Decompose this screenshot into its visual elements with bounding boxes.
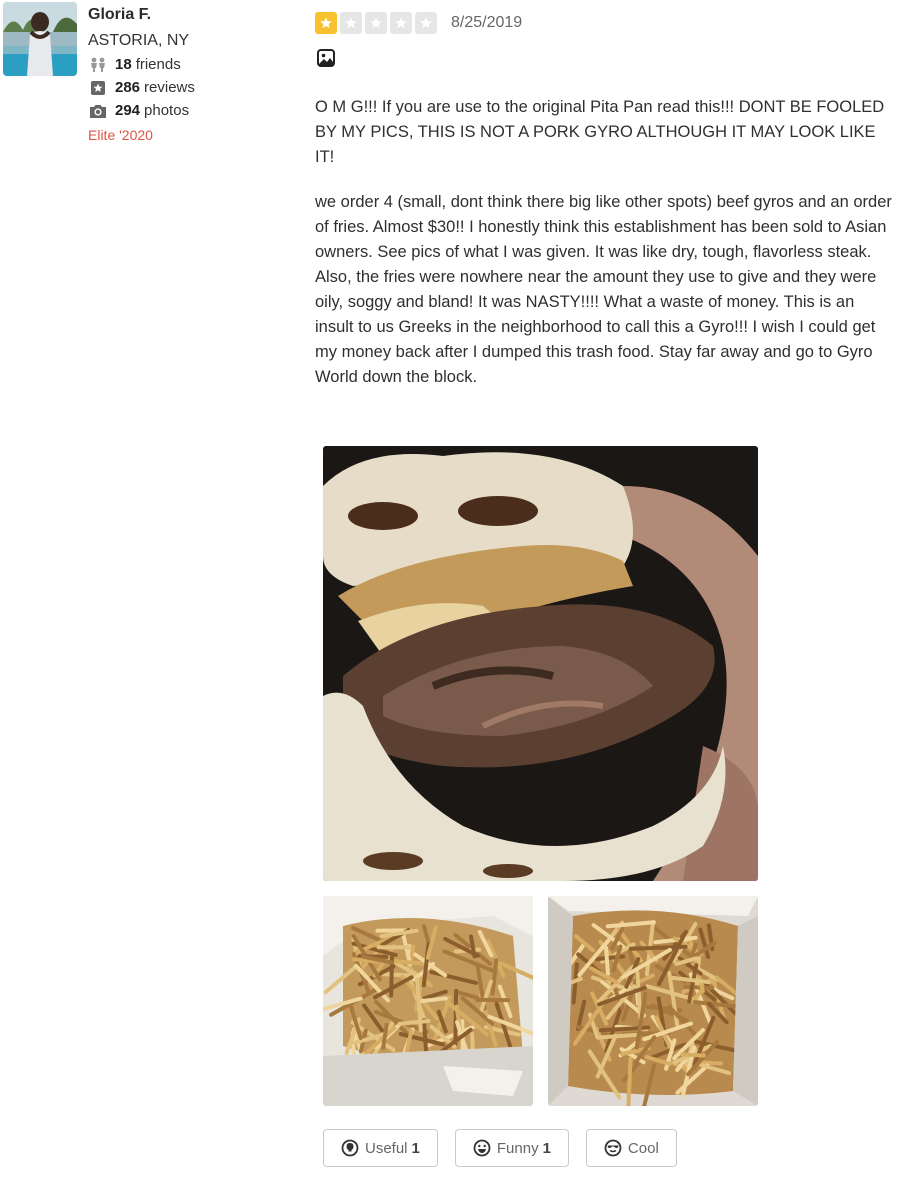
review-paragraph: O M G!!! If you are use to the original … bbox=[315, 98, 885, 166]
fries-photo[interactable] bbox=[548, 896, 758, 1106]
funny-count: 1 bbox=[542, 1139, 551, 1157]
friends-count: 18 bbox=[115, 56, 132, 73]
star-review-icon bbox=[88, 79, 107, 97]
useful-icon bbox=[341, 1139, 359, 1157]
funny-icon bbox=[473, 1139, 491, 1157]
star-icon bbox=[415, 12, 437, 34]
cool-icon bbox=[604, 1139, 622, 1157]
star-icon bbox=[315, 12, 337, 34]
reviews-stat: 286 reviews bbox=[88, 78, 288, 98]
star-icon bbox=[340, 12, 362, 34]
photo-icon bbox=[316, 48, 336, 68]
cool-button[interactable]: Cool bbox=[585, 1129, 677, 1167]
useful-label: Useful bbox=[365, 1139, 408, 1157]
funny-label: Funny bbox=[496, 1139, 539, 1157]
useful-count: 1 bbox=[411, 1139, 420, 1157]
vote-buttons: Useful 1 Funny 1 Cool bbox=[323, 1129, 694, 1167]
star-icon bbox=[390, 12, 412, 34]
friends-icon bbox=[88, 56, 107, 74]
friends-stat: 18 friends bbox=[88, 55, 288, 75]
photos-label: photos bbox=[144, 102, 190, 119]
cool-label: Cool bbox=[627, 1139, 659, 1157]
avatar[interactable] bbox=[3, 2, 77, 76]
user-location: ASTORIA, NY bbox=[88, 32, 190, 49]
user-name[interactable]: Gloria F. bbox=[88, 4, 288, 26]
funny-button[interactable]: Funny 1 bbox=[454, 1129, 569, 1167]
photos-stat: 294 photos bbox=[88, 101, 288, 121]
review-date: 8/25/2019 bbox=[451, 14, 523, 31]
elite-badge[interactable]: Elite '2020 bbox=[88, 125, 288, 145]
reviews-label: reviews bbox=[144, 79, 195, 96]
photos-count: 294 bbox=[115, 102, 141, 119]
review-text: O M G!!! If you are use to the original … bbox=[315, 95, 895, 410]
star-icon bbox=[365, 12, 387, 34]
fries-photo[interactable] bbox=[323, 896, 533, 1106]
review-paragraph: we order 4 (small, dont think there big … bbox=[315, 193, 892, 386]
camera-icon bbox=[88, 102, 107, 120]
gyro-photo[interactable] bbox=[323, 446, 758, 881]
useful-button[interactable]: Useful 1 bbox=[323, 1129, 438, 1167]
star-rating: 8/25/2019 bbox=[315, 12, 522, 34]
reviews-count: 286 bbox=[115, 79, 141, 96]
user-info: Gloria F. ASTORIA, NY 18 friends 286 rev… bbox=[88, 4, 288, 145]
friends-label: friends bbox=[135, 56, 181, 73]
